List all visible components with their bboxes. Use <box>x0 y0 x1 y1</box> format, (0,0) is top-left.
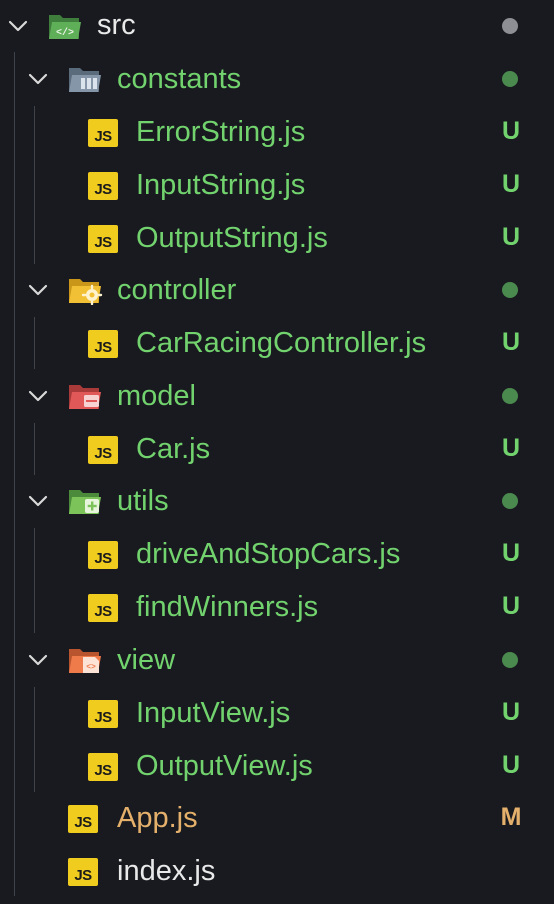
tree-label: model <box>117 380 196 412</box>
tree-file[interactable]: JS driveAndStopCars.js U <box>0 528 554 580</box>
tree-folder-model[interactable]: model <box>0 370 554 422</box>
status-dot <box>502 493 518 509</box>
tree-label: driveAndStopCars.js <box>136 538 401 570</box>
tree-label: InputString.js <box>136 169 306 201</box>
svg-text:<>: <> <box>86 663 96 672</box>
status-dot <box>502 282 518 298</box>
tree-folder-src[interactable]: </> src <box>0 0 554 52</box>
git-status-badge: U <box>501 223 521 251</box>
javascript-file-icon: JS <box>88 119 118 147</box>
git-status-badge: U <box>501 751 521 779</box>
git-status-badge: U <box>501 592 521 620</box>
chevron-down-icon[interactable] <box>24 487 52 515</box>
tree-label: src <box>97 9 136 41</box>
javascript-file-icon: JS <box>88 541 118 569</box>
tree-label: CarRacingController.js <box>136 327 427 359</box>
tree-file[interactable]: JS Car.js U <box>0 423 554 475</box>
tree-label: findWinners.js <box>136 591 319 623</box>
git-status-badge: U <box>501 698 521 726</box>
git-status-badge: U <box>501 328 521 356</box>
tree-label: App.js <box>117 802 198 834</box>
folder-model-open-icon <box>67 381 103 411</box>
tree-label: OutputView.js <box>136 750 313 782</box>
javascript-file-icon: JS <box>88 594 118 622</box>
tree-label: Car.js <box>136 433 211 465</box>
javascript-file-icon: JS <box>88 225 118 253</box>
git-status-badge: M <box>500 803 522 831</box>
tree-label: controller <box>117 274 237 306</box>
tree-label: OutputString.js <box>136 222 328 254</box>
javascript-file-icon: JS <box>88 700 118 728</box>
git-status-badge: U <box>501 434 521 462</box>
chevron-down-icon[interactable] <box>4 12 32 40</box>
javascript-file-icon: JS <box>88 436 118 464</box>
tree-label: index.js <box>117 855 216 887</box>
tree-file[interactable]: JS ErrorString.js U <box>0 106 554 158</box>
folder-view-open-icon: <> <box>67 645 103 675</box>
tree-label: InputView.js <box>136 697 291 729</box>
tree-file[interactable]: JS InputString.js U <box>0 159 554 211</box>
folder-src-open-icon: </> <box>47 11 83 41</box>
status-dot <box>502 18 518 34</box>
tree-label: utils <box>117 485 169 517</box>
folder-constants-open-icon <box>67 64 103 94</box>
tree-file[interactable]: JS App.js M <box>0 792 554 844</box>
folder-controller-open-icon <box>67 275 103 305</box>
javascript-file-icon: JS <box>88 172 118 200</box>
status-dot <box>502 652 518 668</box>
svg-text:</>: </> <box>56 27 74 39</box>
tree-folder-constants[interactable]: constants <box>0 53 554 105</box>
javascript-file-icon: JS <box>68 805 98 833</box>
chevron-down-icon[interactable] <box>24 276 52 304</box>
status-dot <box>502 388 518 404</box>
status-dot <box>502 71 518 87</box>
tree-folder-controller[interactable]: controller <box>0 264 554 316</box>
tree-file[interactable]: JS index.js <box>0 845 554 897</box>
folder-utils-open-icon <box>67 486 103 516</box>
javascript-file-icon: JS <box>88 330 118 358</box>
tree-file[interactable]: JS findWinners.js U <box>0 581 554 633</box>
tree-file[interactable]: JS OutputView.js U <box>0 740 554 792</box>
tree-file[interactable]: JS InputView.js U <box>0 687 554 739</box>
tree-label: view <box>117 644 176 676</box>
javascript-file-icon: JS <box>88 753 118 781</box>
git-status-badge: U <box>501 539 521 567</box>
tree-file[interactable]: JS CarRacingController.js U <box>0 317 554 369</box>
tree-folder-view[interactable]: <> view <box>0 634 554 686</box>
javascript-file-icon: JS <box>68 858 98 886</box>
tree-folder-utils[interactable]: utils <box>0 475 554 527</box>
chevron-down-icon[interactable] <box>24 646 52 674</box>
tree-file[interactable]: JS OutputString.js U <box>0 212 554 264</box>
git-status-badge: U <box>501 170 521 198</box>
git-status-badge: U <box>501 117 521 145</box>
chevron-down-icon[interactable] <box>24 382 52 410</box>
tree-label: ErrorString.js <box>136 116 306 148</box>
tree-label: constants <box>117 63 242 95</box>
chevron-down-icon[interactable] <box>24 65 52 93</box>
